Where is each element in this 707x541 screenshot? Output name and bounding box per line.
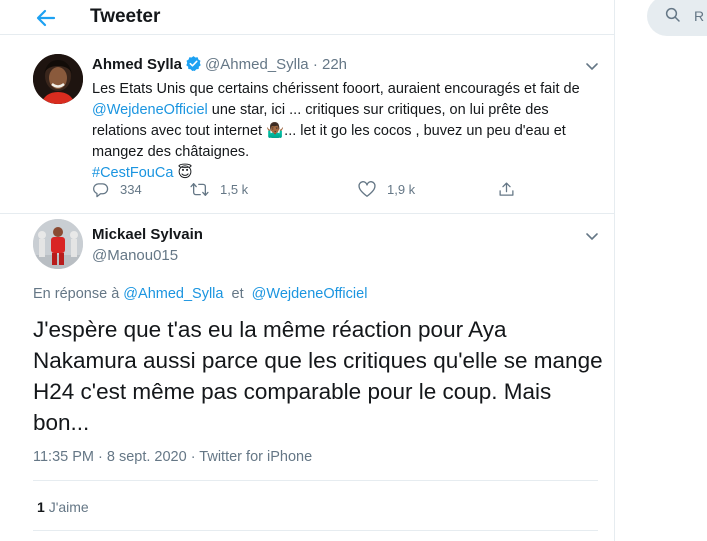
back-button[interactable]	[33, 6, 59, 30]
tweet-actions: 334 1,5 k 1,9 k	[90, 181, 530, 203]
likes-label: J'aime	[48, 499, 89, 515]
mention-link[interactable]: @WejdeneOfficiel	[92, 102, 208, 118]
like-button[interactable]: 1,9 k	[358, 181, 415, 198]
reply-author-name[interactable]: Mickael Sylvain	[92, 226, 203, 243]
divider	[33, 530, 598, 531]
reply-author-handle: @Manou015	[92, 247, 179, 264]
reply-count: 334	[120, 182, 142, 197]
caret-down-icon[interactable]	[585, 59, 599, 71]
share-button[interactable]	[498, 181, 526, 198]
avatar[interactable]	[33, 54, 83, 104]
retweet-icon	[190, 182, 209, 197]
tweet-text-part: Les Etats Unis que certains chérissent f…	[92, 81, 580, 97]
likes-count: 1	[37, 499, 45, 515]
shrug-emoji: 🤷🏾‍♂️	[266, 123, 285, 139]
author-handle: @Ahmed_Sylla	[205, 56, 309, 73]
tweet-meta[interactable]: 11:35 PM · 8 sept. 2020 · Twitter for iP…	[33, 449, 312, 465]
avatar[interactable]	[33, 219, 83, 269]
divider	[33, 480, 598, 481]
page-title: Tweeter	[90, 6, 161, 27]
halo-emoji: 😇	[177, 165, 193, 181]
retweet-count: 1,5 k	[220, 182, 249, 197]
like-icon	[358, 181, 376, 197]
verified-icon	[185, 55, 202, 76]
share-icon	[499, 182, 514, 196]
replying-to: En réponse à @Ahmed_Sylla et @WejdeneOff…	[33, 286, 367, 302]
back-arrow-icon	[36, 9, 56, 27]
likes-stat[interactable]: 1 J'aime	[37, 499, 89, 515]
tweet-time[interactable]: 22h	[322, 56, 347, 73]
original-tweet[interactable]: Ahmed Sylla @Ahmed_Sylla · 22h Les Etats …	[0, 36, 614, 214]
reply-button[interactable]: 334	[92, 181, 142, 198]
mention-link[interactable]: @Ahmed_Sylla	[123, 286, 223, 302]
search-icon	[664, 6, 682, 24]
separator-dot: ·	[312, 56, 318, 73]
author-row: Ahmed Sylla @Ahmed_Sylla · 22h	[92, 55, 347, 76]
page-header: Tweeter	[0, 0, 614, 35]
main-column: Tweeter Ahmed Sylla @Ahmed_Sylla · 22h Le…	[0, 0, 615, 541]
author-name[interactable]: Ahmed Sylla	[92, 56, 182, 73]
tweet-text: Les Etats Unis que certains chérissent f…	[92, 79, 597, 184]
retweet-button[interactable]: 1,5 k	[190, 181, 248, 198]
replying-to-prefix: En réponse à	[33, 286, 120, 302]
avatar-image	[33, 54, 83, 104]
reply-icon	[93, 183, 109, 198]
hashtag-link[interactable]: #CestFouCa	[92, 165, 173, 181]
reply-tweet-text: J'espère que t'as eu la même réaction po…	[33, 317, 603, 435]
caret-down-icon[interactable]	[585, 229, 599, 241]
replying-to-and: et	[231, 286, 244, 302]
avatar-image	[33, 219, 83, 269]
search-placeholder: R	[694, 8, 705, 24]
mention-link[interactable]: @WejdeneOfficiel	[252, 286, 368, 302]
like-count: 1,9 k	[387, 182, 416, 197]
